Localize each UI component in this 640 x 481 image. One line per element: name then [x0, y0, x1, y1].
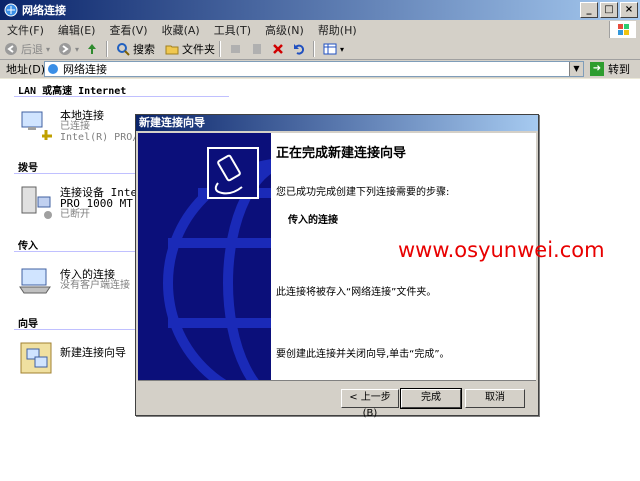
folder-icon — [165, 45, 179, 55]
new-connection-wizard-label: 新建连接向导 — [60, 346, 126, 359]
network-connections-icon — [4, 3, 18, 17]
go-label: 转到 — [608, 63, 630, 76]
menu-favorites[interactable]: 收藏(A) — [155, 22, 207, 38]
menu-bar: 文件(F) 编辑(E) 查看(V) 收藏(A) 工具(T) 高级(N) 帮助(H… — [0, 20, 640, 40]
up-folder-button[interactable] — [85, 42, 102, 56]
maximize-button[interactable]: □ — [600, 2, 618, 18]
move-to-icon — [231, 45, 241, 53]
menu-advanced[interactable]: 高级(N) — [258, 22, 311, 38]
wizard-finish-note: 要创建此连接并关闭向导,单击“完成”。 — [276, 349, 450, 360]
wizard-button-bar: < 上一步(B) 完成 取消 — [138, 380, 536, 419]
menu-view[interactable]: 查看(V) — [102, 22, 154, 38]
wizard-icon — [20, 342, 52, 374]
new-connection-wizard-dialog: 新建连接向导 正在完成新建连接向导 您已成功完成创建下列连接需要的步骤: 传入的… — [135, 114, 539, 419]
undo-button[interactable] — [292, 42, 309, 56]
group-header-dialup: 拨号 — [18, 163, 38, 174]
views-button[interactable]: ▾ — [323, 42, 344, 56]
finish-button[interactable]: 完成 — [400, 388, 462, 409]
search-button[interactable]: 搜索 — [116, 41, 155, 57]
back-step-button[interactable]: < 上一步(B) — [341, 389, 399, 419]
cancel-button[interactable]: 取消 — [465, 389, 525, 408]
back-label: 后退 — [21, 43, 43, 56]
network-folder-icon — [48, 64, 58, 74]
search-icon — [117, 43, 130, 56]
connection-incoming-name: 传入的连接 — [60, 268, 115, 281]
lan-connection-icon — [21, 111, 52, 140]
menu-tools[interactable]: 工具(T) — [207, 22, 258, 38]
window-title: 网络连接 — [22, 4, 66, 17]
wizard-connection-name: 传入的连接 — [288, 215, 338, 226]
undo-icon — [294, 44, 305, 55]
group-header-lan: LAN 或高速 Internet — [18, 86, 127, 97]
connection-incoming[interactable]: 传入的连接 没有客户端连接 — [18, 261, 130, 299]
move-to-button[interactable] — [229, 42, 246, 56]
wizard-intro-text: 您已成功完成创建下列连接需要的步骤: — [276, 187, 450, 198]
wizard-heading: 正在完成新建连接向导 — [276, 146, 407, 161]
copy-to-button[interactable] — [250, 42, 267, 56]
forward-arrow-icon — [59, 43, 72, 55]
wizard-banner — [138, 133, 271, 380]
toolbar: 后退 ▾ ▾ 搜索 文件夹 ▾ — [0, 39, 640, 60]
menu-edit[interactable]: 编辑(E) — [51, 22, 103, 38]
minimize-button[interactable]: _ — [580, 2, 598, 18]
wizard-save-note: 此连接将被存入“网络连接”文件夹。 — [276, 287, 437, 298]
delete-button[interactable] — [271, 42, 288, 56]
watermark-text: www.osyunwei.com — [398, 238, 605, 262]
dialup-connection-icon — [21, 186, 52, 219]
menu-file[interactable]: 文件(F) — [0, 22, 51, 38]
windows-logo-icon — [609, 21, 636, 38]
forward-button[interactable]: ▾ — [58, 42, 79, 56]
address-bar: 地址(D) 网络连接 ▼ ➜ 转到 — [0, 60, 640, 78]
folders-label: 文件夹 — [182, 43, 216, 56]
copy-to-icon — [253, 44, 262, 54]
title-bar: 网络连接 _ □ × — [0, 0, 640, 20]
delete-x-icon — [273, 44, 283, 54]
folders-button[interactable]: 文件夹 — [165, 41, 215, 57]
address-input[interactable]: 网络连接 ▼ — [44, 61, 584, 77]
address-value: 网络连接 — [63, 63, 107, 76]
group-header-incoming: 传入 — [18, 241, 38, 252]
address-label: 地址(D) — [6, 63, 46, 76]
dialog-title: 新建连接向导 — [136, 115, 538, 131]
go-button[interactable]: ➜ 转到 — [590, 61, 630, 77]
back-arrow-icon — [5, 43, 17, 55]
globe-graphic — [163, 147, 271, 380]
back-button[interactable]: 后退 ▾ — [4, 41, 50, 57]
group-divider — [14, 96, 229, 97]
new-connection-wizard-item[interactable]: 新建连接向导 — [18, 339, 126, 377]
group-header-wizard: 向导 — [18, 319, 38, 330]
connection-incoming-status: 没有客户端连接 — [60, 280, 130, 291]
address-dropdown-button[interactable]: ▼ — [569, 62, 583, 76]
views-icon — [323, 43, 337, 55]
up-arrow-icon — [88, 44, 97, 54]
menu-help[interactable]: 帮助(H) — [311, 22, 364, 38]
close-button[interactable]: × — [620, 2, 638, 18]
incoming-connection-icon — [19, 268, 51, 294]
search-label: 搜索 — [133, 43, 156, 56]
go-arrow-icon: ➜ — [590, 62, 604, 76]
